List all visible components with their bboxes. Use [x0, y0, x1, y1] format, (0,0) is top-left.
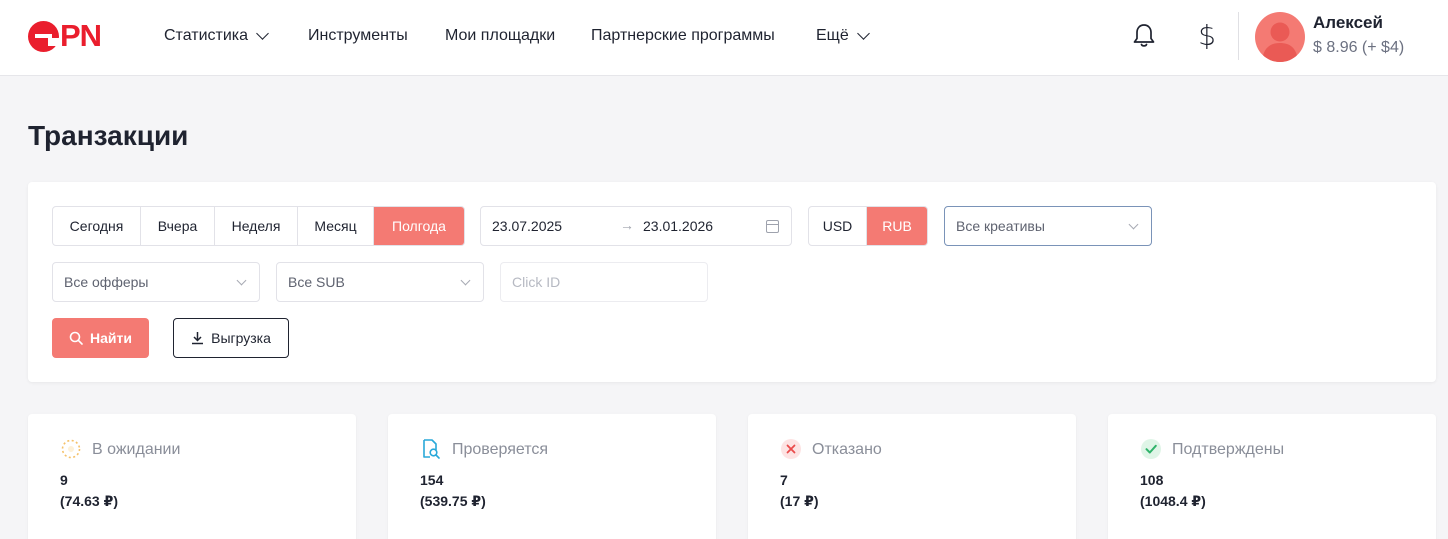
nav-more[interactable]: Ещё [816, 24, 870, 48]
chevron-down-icon [256, 27, 269, 40]
user-silhouette-icon [1262, 22, 1298, 62]
export-button[interactable]: Выгрузка [173, 318, 289, 358]
currency-dollar-icon[interactable]: $ [1196, 20, 1218, 52]
stat-card-confirmed: Подтверждены 108 (1048.4 ₽) [1108, 414, 1436, 539]
creatives-select[interactable]: Все креативы [944, 206, 1152, 246]
nav-more-label: Ещё [816, 27, 849, 44]
epn-logo[interactable]: PN [28, 18, 102, 53]
logo-text: PN [60, 18, 102, 53]
click-id-input[interactable]: Click ID [500, 262, 708, 302]
stat-label: Подтверждены [1172, 441, 1285, 458]
stat-label: В ожидании [92, 441, 181, 458]
check-icon [1141, 439, 1161, 459]
stat-count: 108 [1140, 472, 1164, 488]
chevron-down-icon [856, 27, 870, 40]
cross-icon [781, 439, 801, 459]
nav-tools-label: Инструменты [308, 27, 408, 44]
nav-affiliate-programs-label: Партнерские программы [591, 27, 775, 44]
period-week-button[interactable]: Неделя [215, 207, 298, 245]
stat-sum: (539.75 ₽) [420, 493, 486, 509]
date-arrow-icon: → [620, 217, 634, 233]
date-from[interactable]: 23.07.2025 [492, 218, 562, 234]
offers-select-value: Все офферы [64, 274, 149, 290]
nav-affiliate-programs[interactable]: Партнерские программы [591, 24, 775, 48]
page-title: Транзакции [28, 120, 189, 151]
download-icon [192, 332, 204, 345]
currency-selector: USD RUB [808, 206, 928, 246]
click-id-placeholder: Click ID [512, 274, 561, 290]
bell-icon[interactable] [1132, 23, 1156, 49]
offers-select[interactable]: Все офферы [52, 262, 260, 302]
period-half-year-button[interactable]: Полгода [374, 207, 464, 245]
chevron-down-icon [1128, 219, 1139, 230]
nav-my-platforms-label: Мои площадки [445, 27, 556, 44]
nav-my-platforms[interactable]: Мои площадки [445, 24, 555, 48]
stat-card-rejected: Отказано 7 (17 ₽) [748, 414, 1076, 539]
nav-statistics[interactable]: Статистика [164, 24, 269, 48]
top-header: PN Статистика Инструменты Мои площадки П… [0, 0, 1448, 76]
stat-card-pending: В ожидании 9 (74.63 ₽) [28, 414, 356, 539]
calendar-icon [766, 220, 779, 233]
user-balance[interactable]: $ 8.96 (+ $4) [1313, 39, 1404, 57]
currency-rub-button[interactable]: RUB [867, 207, 927, 245]
period-selector: Сегодня Вчера Неделя Месяц Полгода [52, 206, 465, 246]
search-icon [69, 331, 83, 345]
nav-tools[interactable]: Инструменты [308, 24, 408, 48]
export-button-label: Выгрузка [211, 330, 271, 346]
stat-sum: (1048.4 ₽) [1140, 493, 1206, 509]
stat-count: 9 [60, 472, 68, 488]
stat-sum: (74.63 ₽) [60, 493, 118, 509]
logo-e-mark [28, 20, 60, 52]
stat-sum: (17 ₽) [780, 493, 819, 509]
date-to[interactable]: 23.01.2026 [643, 218, 713, 234]
sub-select-value: Все SUB [288, 274, 345, 290]
stat-label: Проверяется [452, 441, 549, 458]
find-button-label: Найти [90, 330, 132, 346]
header-divider [1238, 12, 1239, 60]
stat-count: 154 [420, 472, 444, 488]
period-month-button[interactable]: Месяц [298, 207, 374, 245]
stat-card-checking: Проверяется 154 (539.75 ₽) [388, 414, 716, 539]
search-document-icon [423, 439, 440, 459]
find-button[interactable]: Найти [52, 318, 149, 358]
pending-icon [61, 439, 81, 459]
user-name[interactable]: Алексей [1313, 13, 1383, 33]
stat-label: Отказано [812, 441, 882, 458]
chevron-down-icon [460, 275, 471, 286]
period-yesterday-button[interactable]: Вчера [141, 207, 215, 245]
stat-count: 7 [780, 472, 788, 488]
creatives-select-value: Все креативы [956, 218, 1045, 234]
currency-usd-button[interactable]: USD [809, 207, 867, 245]
chevron-down-icon [236, 275, 247, 286]
date-range-picker[interactable]: 23.07.2025 → 23.01.2026 [480, 206, 792, 246]
sub-select[interactable]: Все SUB [276, 262, 484, 302]
period-today-button[interactable]: Сегодня [53, 207, 141, 245]
nav-statistics-label: Статистика [164, 27, 249, 44]
avatar[interactable] [1255, 12, 1305, 62]
